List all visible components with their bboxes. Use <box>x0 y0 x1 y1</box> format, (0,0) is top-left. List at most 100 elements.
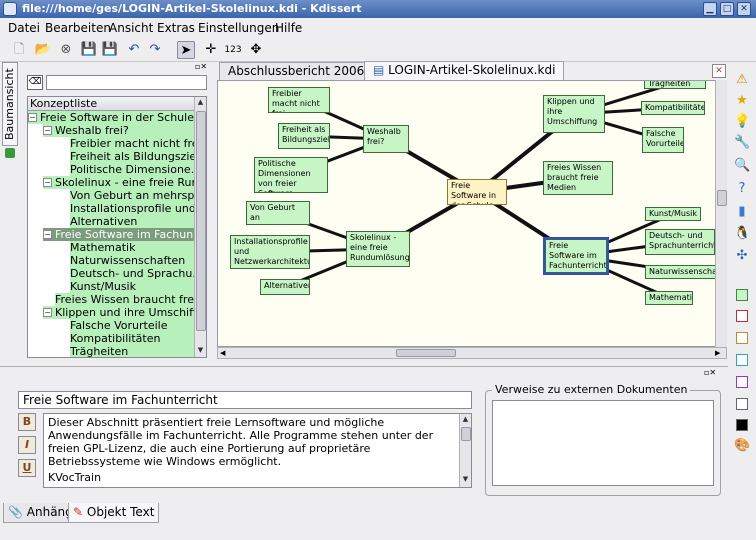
menu-einstellungen[interactable]: Einstellungen <box>198 21 279 35</box>
canvas-hscroll[interactable]: ◀ ▶ <box>217 347 727 359</box>
search-icon[interactable]: 🔍 <box>734 158 750 174</box>
mindmap-node-klippen[interactable]: Klippen und ihre Umschiffung <box>543 95 605 133</box>
scroll-up-icon[interactable]: ▲ <box>195 97 206 108</box>
canvas-vscroll[interactable] <box>715 80 727 347</box>
tree-item[interactable]: − Skolelinux - eine freie Run... <box>43 176 194 189</box>
menu-datei[interactable]: Datei <box>8 21 40 35</box>
tree-scrollbar[interactable]: ▲ ▼ <box>194 97 206 357</box>
tree-expander-icon[interactable]: − <box>28 113 37 122</box>
tab-baumansicht[interactable]: Baumansicht <box>2 62 18 146</box>
tree-item[interactable]: − Freie Software im Fachun... <box>43 228 194 241</box>
tree-item[interactable]: Installationsprofile und ... <box>70 202 194 215</box>
scroll-up-icon[interactable]: ▲ <box>460 414 471 425</box>
tree-item[interactable]: − Weshalb frei? <box>43 124 194 137</box>
description-scroll-thumb[interactable] <box>461 427 471 441</box>
scroll-right-icon[interactable]: ▶ <box>715 349 720 357</box>
mindmap-node-naturwiss[interactable]: Naturwissenschaften <box>645 265 719 279</box>
database-icon[interactable]: ▮ <box>734 204 750 220</box>
tree-header[interactable]: Konzeptliste <box>28 97 194 111</box>
mindmap-node-geburt[interactable]: Von Geburt an mehrsprachig <box>246 201 310 225</box>
mindmap-node-traegheiten[interactable]: Trägheiten <box>644 81 706 89</box>
canvas-vscroll-thumb[interactable] <box>717 190 727 206</box>
tree-item[interactable]: Trägheiten <box>70 345 194 357</box>
tree-item[interactable]: Politische Dimensione... <box>70 163 194 176</box>
color-yellow[interactable] <box>736 332 748 344</box>
tab-login-artikel[interactable]: ▤ LOGIN-Artikel-Skolelinux.kdi <box>364 61 565 80</box>
node-description-textarea[interactable]: Dieser Abschnitt präsentiert freie Lerns… <box>43 413 472 488</box>
tree-item[interactable]: Alternativen <box>70 215 194 228</box>
new-file-icon[interactable]: 🗋 <box>10 41 28 59</box>
tree-item[interactable]: − Klippen und ihre Umschiff... <box>43 306 194 319</box>
minimize-icon[interactable]: ▁ <box>703 2 717 16</box>
tree-item[interactable]: Mathematik <box>70 241 194 254</box>
tree-expander-icon[interactable]: − <box>43 230 52 239</box>
mindmap-node-freieswissen[interactable]: Freies Wissen braucht freie Medien <box>543 161 613 195</box>
save-icon[interactable]: 💾 <box>80 41 98 59</box>
tree-item[interactable]: Deutsch- und Sprachu... <box>70 267 194 280</box>
add-link-icon[interactable]: ✛ <box>202 41 220 59</box>
sort-order-icon[interactable]: 123 <box>224 41 242 59</box>
panel-close-icon[interactable]: ▫✕ <box>195 62 207 71</box>
open-folder-icon[interactable]: 📂 <box>34 41 52 59</box>
clear-filter-icon[interactable]: ⌫ <box>27 75 43 90</box>
close-icon[interactable]: ✕ <box>737 2 751 16</box>
tree-item[interactable]: Freibier macht nicht frei <box>70 137 194 150</box>
references-list[interactable] <box>492 400 714 486</box>
network-icon[interactable]: ✣ <box>734 248 750 264</box>
help-icon[interactable]: ? <box>734 181 750 197</box>
select-mode-icon[interactable]: ➤ <box>177 41 195 59</box>
properties-close-icon[interactable]: ▫✕ <box>704 368 716 377</box>
scroll-left-icon[interactable]: ◀ <box>220 349 225 357</box>
node-title-input[interactable]: Freie Software im Fachunterricht <box>18 391 472 409</box>
tree-item[interactable]: − Freie Software in der Schule <box>28 111 194 124</box>
mindmap-node-kunst[interactable]: Kunst/Musik <box>645 207 701 221</box>
close-tab-icon[interactable]: ✕ <box>712 64 726 78</box>
tree-scroll-thumb[interactable] <box>196 111 206 331</box>
menu-hilfe[interactable]: Hilfe <box>275 21 302 35</box>
tools-icon[interactable]: 🔧 <box>734 135 750 151</box>
mindmap-node-center[interactable]: Freie Software in der Schule <box>447 179 507 205</box>
color-white[interactable] <box>736 398 748 410</box>
star-icon[interactable]: ★ <box>734 93 750 109</box>
mindmap-node-deutsch[interactable]: Deutsch- und Sprachunterricht <box>645 229 715 255</box>
mindmap-node-weshalb[interactable]: Weshalb frei? <box>363 125 409 153</box>
menu-ansicht[interactable]: Ansicht <box>109 21 153 35</box>
description-scrollbar[interactable]: ▲ ▼ <box>459 414 471 487</box>
concept-tree[interactable]: Konzeptliste − Freie Software in der Schu… <box>27 96 207 358</box>
scroll-down-icon[interactable]: ▼ <box>460 474 471 485</box>
app-icon[interactable] <box>3 2 17 16</box>
canvas-hscroll-thumb[interactable] <box>396 349 456 357</box>
color-cyan[interactable] <box>736 354 748 366</box>
mindmap-node-kompat[interactable]: Kompatibilitäten <box>641 101 705 115</box>
mindmap-node-fachunterricht[interactable]: Freie Software im Fachunterricht <box>543 237 609 275</box>
mindmap-node-install[interactable]: Installationsprofile und Netzwerkarchite… <box>230 235 310 269</box>
mindmap-canvas[interactable]: Freie Software in der Schule Freibier mac… <box>217 80 727 347</box>
tree-item[interactable]: Kompatibilitäten <box>70 332 194 345</box>
tree-item[interactable]: Freiheit als Bildungsziel <box>70 150 194 163</box>
redo-icon[interactable]: ↷ <box>146 41 164 59</box>
bold-button[interactable]: B <box>18 413 36 431</box>
tree-item[interactable]: Falsche Vorurteile <box>70 319 194 332</box>
save-as-icon[interactable]: 💾 <box>101 41 119 59</box>
warning-icon[interactable]: ⚠ <box>734 72 750 88</box>
tree-item[interactable]: Naturwissenschaften <box>70 254 194 267</box>
tree-filter-input[interactable] <box>46 75 207 90</box>
tree-item[interactable]: Kunst/Musik <box>70 280 194 293</box>
palette-icon[interactable]: 🎨 <box>734 438 750 454</box>
color-black[interactable] <box>736 419 748 431</box>
mindmap-node-freiheit[interactable]: Freiheit als Bildungsziel <box>278 123 330 149</box>
italic-button[interactable]: I <box>18 436 36 454</box>
mindmap-node-mathe[interactable]: Mathematik <box>645 291 693 305</box>
mindmap-node-alternativen[interactable]: Alternativen <box>260 279 310 295</box>
menu-bearbeiten[interactable]: Bearbeiten <box>45 21 111 35</box>
mindmap-node-skolelinux[interactable]: Skolelinux - eine freie Rundumlösung <box>346 231 410 267</box>
tree-expander-icon[interactable]: − <box>43 308 52 317</box>
move-icon[interactable]: ✥ <box>247 41 265 59</box>
tree-item[interactable]: Von Geburt an mehrsp... <box>70 189 194 202</box>
tree-expander-icon[interactable]: − <box>43 178 52 187</box>
mindmap-node-falsche[interactable]: Falsche Vorurteile <box>642 127 684 153</box>
scroll-down-icon[interactable]: ▼ <box>195 345 206 356</box>
idea-icon[interactable]: 💡 <box>734 114 750 130</box>
menu-extras[interactable]: Extras <box>157 21 195 35</box>
tree-item[interactable]: Freies Wissen braucht frei... <box>55 293 194 306</box>
